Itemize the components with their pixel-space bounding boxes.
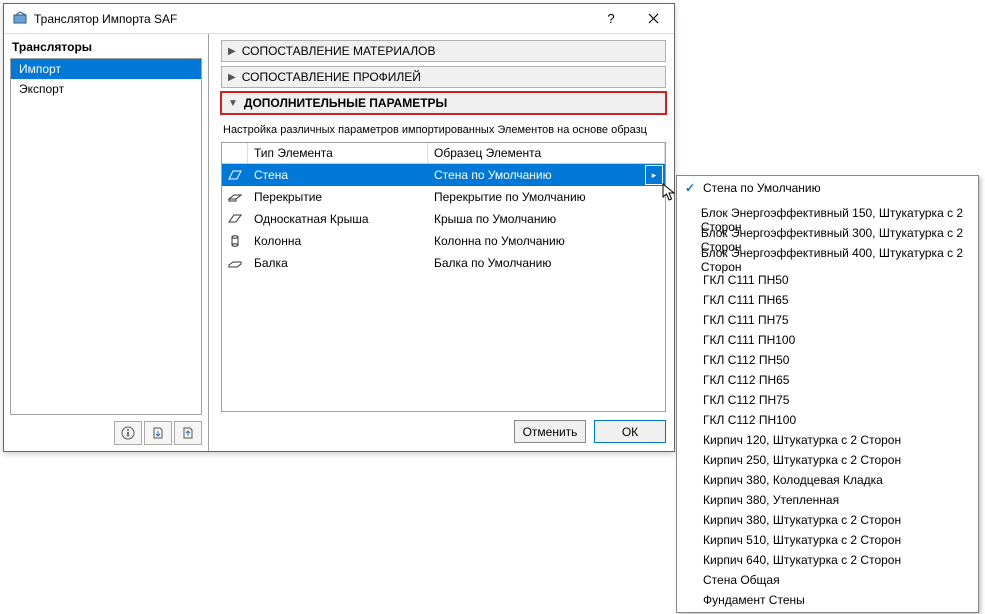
cell-type: Стена: [248, 168, 428, 182]
sidebar-item-import[interactable]: Импорт: [11, 59, 201, 79]
col-element-type[interactable]: Тип Элемента: [248, 143, 428, 163]
dropdown-button[interactable]: ▸: [645, 165, 663, 185]
table-row[interactable]: СтенаСтена по Умолчанию▸: [222, 164, 665, 186]
cell-type: Перекрытие: [248, 190, 428, 204]
dialog-buttons: Отменить ОК: [221, 412, 666, 443]
dropdown-item[interactable]: ГКЛ С112 ПН75: [677, 390, 978, 410]
roof-icon: [222, 212, 248, 226]
dropdown-item[interactable]: Кирпич 640, Штукатурка с 2 Сторон: [677, 550, 978, 570]
checkmark-icon: ✓: [685, 181, 703, 195]
dropdown-item[interactable]: ГКЛ С112 ПН65: [677, 370, 978, 390]
cell-type: Колонна: [248, 234, 428, 248]
params-table: Тип Элемента Образец Элемента СтенаСтена…: [221, 142, 666, 412]
dropdown-item[interactable]: Кирпич 380, Утепленная: [677, 490, 978, 510]
col-icon: [222, 143, 248, 163]
table-row[interactable]: ПерекрытиеПерекрытие по Умолчанию: [222, 186, 665, 208]
cell-sample: Крыша по Умолчанию: [428, 212, 665, 226]
app-icon: [12, 11, 28, 27]
dropdown-item-selected[interactable]: ✓ Стена по Умолчанию: [677, 178, 978, 198]
dropdown-item[interactable]: Кирпич 380, Штукатурка с 2 Сторон: [677, 510, 978, 530]
dropdown-item[interactable]: ГКЛ С112 ПН50: [677, 350, 978, 370]
sidebar: Трансляторы Импорт Экспорт: [4, 34, 209, 451]
section-profiles[interactable]: ▶ СОПОСТАВЛЕНИЕ ПРОФИЛЕЙ: [221, 66, 666, 88]
help-button[interactable]: ?: [590, 4, 632, 33]
dropdown-item[interactable]: Кирпич 380, Колодцевая Кладка: [677, 470, 978, 490]
sidebar-item-export[interactable]: Экспорт: [11, 79, 201, 99]
chevron-right-icon: ▶: [228, 46, 236, 57]
cell-sample: Колонна по Умолчанию: [428, 234, 665, 248]
section-description: Настройка различных параметров импортиро…: [221, 118, 666, 142]
dropdown-item[interactable]: Кирпич 120, Штукатурка с 2 Сторон: [677, 430, 978, 450]
chevron-right-icon: ▶: [228, 72, 236, 83]
export-button[interactable]: [174, 421, 202, 445]
title-text: Транслятор Импорта SAF: [34, 12, 590, 26]
dropdown-item[interactable]: ГКЛ С111 ПН65: [677, 290, 978, 310]
sidebar-header: Трансляторы: [4, 34, 208, 58]
table-row[interactable]: БалкаБалка по Умолчанию: [222, 252, 665, 274]
dropdown-item[interactable]: ГКЛ С111 ПН100: [677, 330, 978, 350]
dropdown-menu: ✓ Стена по Умолчанию Блок Энергоэффектив…: [676, 175, 979, 613]
dialog-body: Трансляторы Импорт Экспорт ▶ СОПОСТА: [4, 34, 674, 451]
table-header: Тип Элемента Образец Элемента: [222, 143, 665, 164]
title-bar: Транслятор Импорта SAF ?: [4, 4, 674, 34]
info-button[interactable]: [114, 421, 142, 445]
sidebar-list: Импорт Экспорт: [10, 58, 202, 415]
table-row[interactable]: Односкатная КрышаКрыша по Умолчанию: [222, 208, 665, 230]
cell-sample: Перекрытие по Умолчанию: [428, 190, 665, 204]
chevron-down-icon: ▼: [228, 98, 238, 109]
slab-icon: [222, 190, 248, 204]
dropdown-item[interactable]: Фундамент Стены: [677, 590, 978, 610]
cell-type: Балка: [248, 256, 428, 270]
dropdown-item[interactable]: ГКЛ С112 ПН100: [677, 410, 978, 430]
dropdown-item[interactable]: Стена Общая: [677, 570, 978, 590]
wall-icon: [222, 168, 248, 182]
col-element-sample[interactable]: Образец Элемента: [428, 143, 665, 163]
dropdown-item[interactable]: Кирпич 250, Штукатурка с 2 Сторон: [677, 450, 978, 470]
cell-sample: Балка по Умолчанию: [428, 256, 665, 270]
dropdown-item[interactable]: ГКЛ С111 ПН75: [677, 310, 978, 330]
close-button[interactable]: [632, 4, 674, 33]
column-icon: [222, 234, 248, 248]
table-body: СтенаСтена по Умолчанию▸ПерекрытиеПерекр…: [222, 164, 665, 274]
cell-sample: Стена по Умолчанию: [428, 168, 645, 182]
main-panel: ▶ СОПОСТАВЛЕНИЕ МАТЕРИАЛОВ ▶ СОПОСТАВЛЕН…: [209, 34, 674, 451]
dialog: Транслятор Импорта SAF ? Трансляторы Имп…: [3, 3, 675, 452]
beam-icon: [222, 256, 248, 270]
import-button[interactable]: [144, 421, 172, 445]
table-row[interactable]: КолоннаКолонна по Умолчанию: [222, 230, 665, 252]
section-materials[interactable]: ▶ СОПОСТАВЛЕНИЕ МАТЕРИАЛОВ: [221, 40, 666, 62]
dropdown-item[interactable]: Кирпич 510, Штукатурка с 2 Сторон: [677, 530, 978, 550]
section-params[interactable]: ▼ ДОПОЛНИТЕЛЬНЫЕ ПАРАМЕТРЫ: [221, 92, 666, 114]
sidebar-footer: [4, 415, 208, 451]
cancel-button[interactable]: Отменить: [514, 420, 586, 443]
dropdown-item[interactable]: Блок Энергоэффективный 400, Штукатурка с…: [677, 250, 978, 270]
cell-type: Односкатная Крыша: [248, 212, 428, 226]
ok-button[interactable]: ОК: [594, 420, 666, 443]
